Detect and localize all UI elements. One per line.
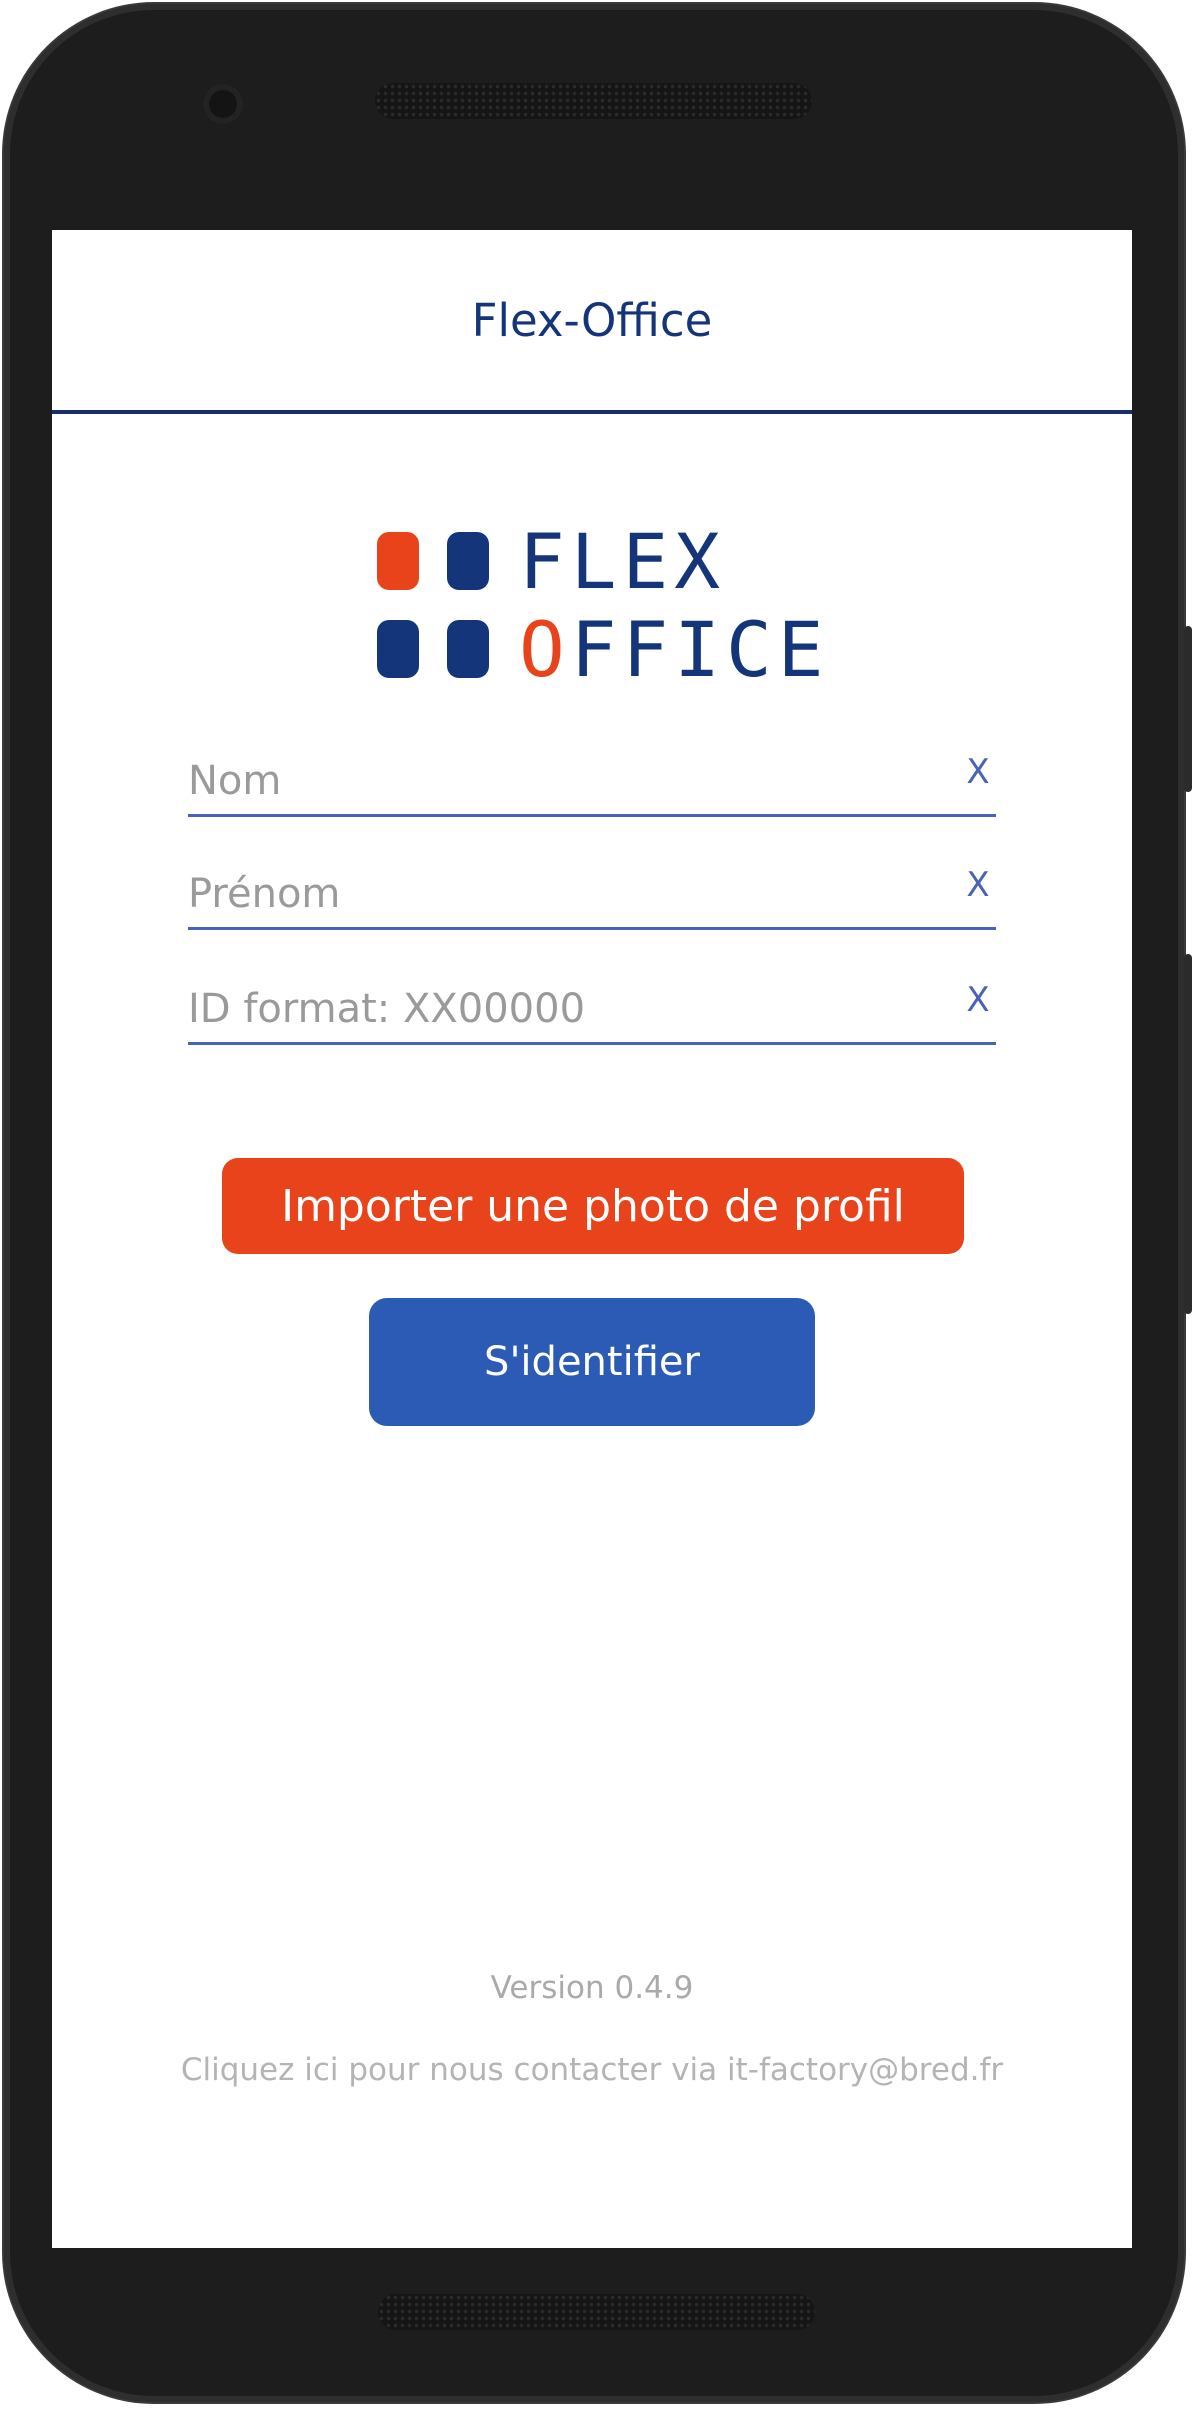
prenom-input[interactable] — [188, 865, 928, 923]
power-button — [1184, 626, 1192, 792]
logo-square-navy — [447, 620, 489, 678]
import-photo-button[interactable]: Importer une photo de profil — [222, 1158, 964, 1254]
nom-input[interactable] — [188, 752, 928, 810]
contact-link[interactable]: Cliquez ici pour nous contacter via it-f… — [52, 2052, 1132, 2088]
bottom-speaker-grille — [378, 2294, 815, 2330]
nom-field: X — [188, 752, 996, 817]
logo-square-navy — [447, 532, 489, 590]
clear-nom-icon[interactable]: X — [960, 752, 996, 792]
id-input[interactable] — [188, 980, 928, 1038]
version-label: Version 0.4.9 — [490, 1970, 694, 2006]
app-screen: Flex-Office FLEX OFFICE X X X Importer u… — [52, 230, 1132, 2248]
clear-prenom-icon[interactable]: X — [960, 865, 996, 905]
app-header: Flex-Office — [52, 230, 1132, 414]
volume-button — [1184, 954, 1192, 1314]
clear-id-icon[interactable]: X — [960, 980, 996, 1020]
front-camera — [203, 84, 243, 124]
id-field: X — [188, 980, 996, 1045]
logo-word-office: OFFICE — [519, 605, 830, 694]
page-title: Flex-Office — [471, 293, 713, 347]
top-speaker-grille — [375, 83, 812, 119]
prenom-field: X — [188, 865, 996, 930]
flex-office-logo: FLEX OFFICE — [377, 524, 824, 688]
logo-word-flex: FLEX — [519, 517, 727, 606]
logo-square-orange — [377, 532, 419, 590]
logo-square-navy — [377, 620, 419, 678]
login-button[interactable]: S'identifier — [369, 1298, 815, 1426]
